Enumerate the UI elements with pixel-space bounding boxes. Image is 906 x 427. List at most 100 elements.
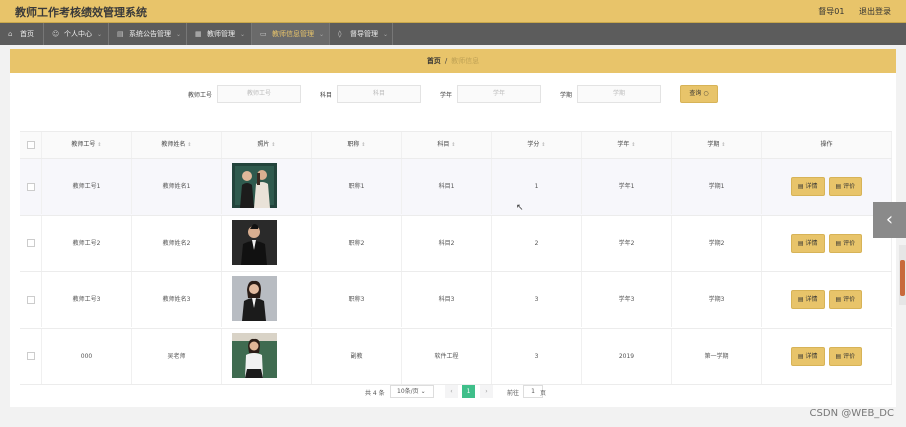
title-cell: 职称1: [312, 159, 402, 214]
sort-icon[interactable]: ⇕: [721, 142, 725, 148]
teacher-id-cell: 000: [42, 328, 132, 384]
evaluate-button[interactable]: ▤ 评价: [828, 233, 863, 253]
header-right: 督导01 退出登录: [806, 6, 891, 17]
teacher-name-cell: 教师姓名3: [132, 272, 222, 327]
evaluate-icon: ▤: [835, 296, 842, 303]
title-cell: 副教: [312, 328, 402, 384]
term-cell: 第一学期: [672, 328, 762, 384]
search-icon: ○: [703, 90, 709, 97]
row-checkbox-cell[interactable]: [20, 215, 42, 271]
row-checkbox-cell[interactable]: [20, 328, 42, 384]
term-input[interactable]: 学期: [577, 85, 661, 103]
credit-cell: 3: [492, 328, 582, 384]
main-nav: ⌂ 首页 ☺ 个人中心 ⌄ ▤ 系统公告管理 ⌄ ▦ 教师管理 ⌄ ▭ 教师信息管理 ⌄ ◊ 督导管…: [0, 23, 906, 45]
sort-icon[interactable]: ⇕: [451, 142, 455, 148]
breadcrumb: 首页 / 教师信息: [10, 49, 896, 73]
subject-label: 科目: [320, 92, 333, 99]
current-user: 督导01: [818, 7, 845, 16]
column-header[interactable]: 教师姓名 ⇕: [132, 132, 222, 158]
teacher-photo: [232, 219, 277, 265]
detail-icon: ▤: [797, 239, 804, 247]
table-row: 教师工号1 教师姓名1 职称1 科目1 1 学年1 学期1 ▤ 详情 ▤ 评价: [20, 159, 892, 216]
chevron-down-icon: ⌄: [420, 388, 426, 395]
detail-button[interactable]: ▤ 详情: [790, 346, 825, 366]
supervisor-icon: ◊: [338, 30, 342, 38]
info-icon: ▭: [260, 30, 267, 38]
column-header[interactable]: 学期 ⇕: [672, 132, 762, 158]
chevron-down-icon: ⌄: [97, 31, 103, 38]
breadcrumb-home[interactable]: 首页: [427, 57, 441, 65]
subject-input[interactable]: 科目: [337, 85, 421, 103]
evaluate-icon: ▤: [835, 239, 842, 247]
sort-icon[interactable]: ⇕: [541, 142, 545, 148]
nav-personal-center[interactable]: ☺ 个人中心 ⌄: [44, 23, 109, 45]
title-cell: 职称3: [312, 272, 402, 327]
page-number-current[interactable]: 1: [462, 385, 475, 398]
teacher-id-cell: 教师工号3: [42, 272, 132, 327]
teacher-id-label: 教师工号: [188, 92, 213, 99]
pagination-total: 共 4 条: [365, 390, 385, 397]
pagination: 共 4 条 10条/页 ⌄ ‹ 1 › 前往 1 页: [10, 385, 896, 399]
row-checkbox-cell[interactable]: [20, 159, 42, 214]
row-checkbox[interactable]: [26, 295, 35, 304]
scrollbar-thumb[interactable]: [900, 260, 905, 296]
search-button[interactable]: 查询 ○: [680, 85, 718, 103]
watermark: CSDN @WEB_DC: [809, 408, 894, 419]
column-header[interactable]: 职称 ⇕: [312, 132, 402, 158]
detail-button[interactable]: ▤ 详情: [790, 233, 825, 253]
chevron-down-icon: ⌄: [176, 31, 182, 38]
select-all-checkbox-cell[interactable]: [20, 132, 42, 158]
detail-button[interactable]: ▤ 详情: [790, 290, 825, 309]
nav-supervisor-management[interactable]: ◊ 督导管理 ⌄: [330, 23, 393, 45]
subject-cell: 科目2: [402, 215, 492, 271]
detail-icon: ▤: [797, 296, 804, 303]
sort-icon[interactable]: ⇕: [631, 142, 635, 148]
sort-icon[interactable]: ⇕: [361, 142, 365, 148]
column-header[interactable]: 学年 ⇕: [582, 132, 672, 158]
year-input[interactable]: 学年: [457, 85, 541, 103]
nav-home[interactable]: ⌂ 首页: [0, 23, 44, 45]
column-header[interactable]: 照片 ⇕: [222, 132, 312, 158]
breadcrumb-current: 教师信息: [451, 57, 480, 65]
row-checkbox[interactable]: [26, 182, 35, 191]
teacher-photo: [232, 276, 277, 321]
actions-cell: ▤ 详情 ▤ 评价: [762, 272, 892, 327]
row-checkbox-cell[interactable]: [20, 272, 42, 327]
column-header[interactable]: 教师工号 ⇕: [42, 132, 132, 158]
detail-icon: ▤: [797, 183, 804, 190]
evaluate-button[interactable]: ▤ 评价: [828, 346, 863, 366]
row-checkbox[interactable]: [26, 352, 35, 360]
evaluate-icon: ▤: [835, 352, 842, 360]
chevron-down-icon: ⌄: [319, 31, 325, 38]
nav-teacher-info-management[interactable]: ▭ 教师信息管理 ⌄: [252, 23, 330, 45]
sort-icon[interactable]: ⇕: [97, 142, 101, 148]
subject-cell: 软件工程: [402, 328, 492, 384]
sort-icon[interactable]: ⇕: [271, 142, 275, 148]
evaluate-button[interactable]: ▤ 评价: [828, 290, 863, 309]
page-size-select[interactable]: 10条/页 ⌄: [390, 385, 434, 398]
chevron-right-icon: ›: [485, 388, 488, 395]
column-header[interactable]: 学分 ⇕: [492, 132, 582, 158]
user-icon: ☺: [52, 30, 60, 38]
collapse-panel-button[interactable]: ‹: [873, 202, 906, 238]
row-checkbox[interactable]: [26, 239, 35, 247]
chevron-left-icon: ‹: [885, 209, 894, 230]
goto-label: 前往: [507, 390, 520, 397]
evaluate-button[interactable]: ▤ 评价: [828, 177, 863, 196]
teacher-id-input[interactable]: 教师工号: [217, 85, 301, 103]
select-all-checkbox[interactable]: [26, 140, 35, 149]
column-header[interactable]: 科目 ⇕: [402, 132, 492, 158]
credit-cell: 2: [492, 215, 582, 271]
search-form: 教师工号 教师工号 科目 科目 学年 学年 学期 学期 查询 ○: [10, 85, 896, 103]
detail-button[interactable]: ▤ 详情: [790, 177, 825, 196]
year-cell: 学年2: [582, 215, 672, 271]
teacher-id-cell: 教师工号2: [42, 215, 132, 271]
logout-link[interactable]: 退出登录: [859, 7, 891, 16]
nav-notice-management[interactable]: ▤ 系统公告管理 ⌄: [109, 23, 187, 45]
sort-icon[interactable]: ⇕: [187, 142, 191, 148]
nav-teacher-management[interactable]: ▦ 教师管理 ⌄: [187, 23, 252, 45]
prev-page-button[interactable]: ‹: [445, 385, 458, 398]
next-page-button[interactable]: ›: [480, 385, 493, 398]
term-cell: 学期1: [672, 159, 762, 214]
credit-cell: 3: [492, 272, 582, 327]
